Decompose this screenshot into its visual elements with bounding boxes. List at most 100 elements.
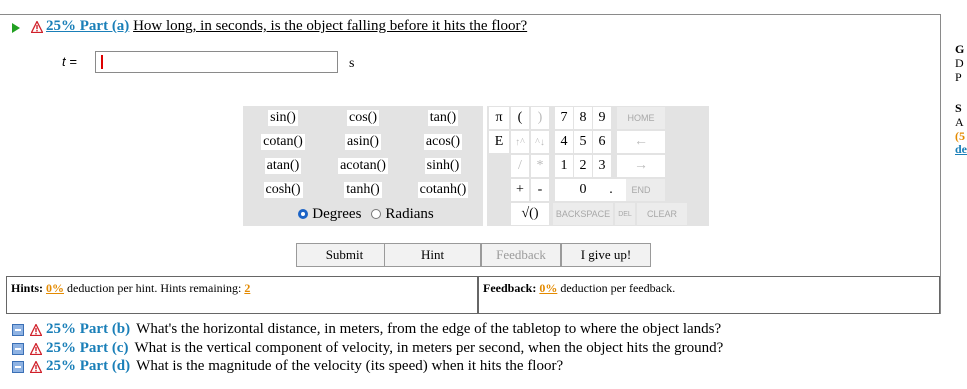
part-a-percent[interactable]: 25% Part (a)	[46, 18, 129, 34]
key-divide[interactable]: /	[511, 155, 529, 177]
expand-icon[interactable]	[12, 360, 24, 373]
radians-label: Radians	[385, 205, 434, 222]
key-lparen[interactable]: (	[511, 107, 529, 129]
hint-button[interactable]: Hint	[384, 243, 481, 267]
part-c-question: What is the vertical component of veloci…	[134, 340, 724, 356]
key-multiply[interactable]: *	[531, 155, 549, 177]
play-icon[interactable]	[12, 23, 20, 33]
answer-variable-label: t =	[62, 54, 77, 69]
top-divider	[0, 14, 940, 15]
fn-atan-button[interactable]: atan()	[243, 154, 323, 178]
give-up-button[interactable]: I give up!	[561, 243, 651, 267]
key-fwd-arrow[interactable]: →	[617, 155, 665, 177]
fn-cos-label: cos()	[347, 110, 379, 126]
fn-asin-label: asin()	[345, 134, 381, 150]
key-2[interactable]: 2	[574, 155, 592, 177]
key-plus[interactable]: +	[511, 179, 529, 201]
key-backspace[interactable]: BACKSPACE	[553, 203, 613, 225]
fn-cotanh-label: cotanh()	[417, 182, 469, 198]
degrees-radio[interactable]	[298, 209, 309, 219]
sidebar-text: P	[955, 70, 962, 84]
fn-cos-button[interactable]: cos()	[323, 106, 403, 130]
key-dot[interactable]: .	[596, 179, 626, 201]
warning-icon	[31, 21, 43, 33]
feedback-label: Feedback:	[483, 281, 537, 295]
fn-tanh-label: tanh()	[344, 182, 382, 198]
warning-icon	[30, 360, 42, 373]
feedback-panel: Feedback: 0% deduction per feedback.	[478, 276, 940, 314]
fn-cosh-label: cosh()	[263, 182, 303, 198]
hints-percent: 0%	[46, 281, 65, 295]
key-3[interactable]: 3	[593, 155, 611, 177]
fn-sin-label: sin()	[268, 110, 298, 126]
key-clear[interactable]: CLEAR	[637, 203, 687, 225]
key-6[interactable]: 6	[593, 131, 611, 153]
key-sqrt[interactable]: √()	[511, 203, 549, 225]
part-b-question: What's the horizontal distance, in meter…	[136, 321, 722, 337]
fn-acotan-label: acotan()	[338, 158, 388, 174]
expand-icon[interactable]	[12, 323, 24, 336]
sidebar-text: G	[955, 42, 965, 56]
expand-icon[interactable]	[12, 342, 24, 355]
key-pi[interactable]: π	[489, 107, 509, 129]
keypad: π ( ) 7 8 9 HOME E ↑^ ^↓ 4 5 6 ← / * 1 2…	[487, 106, 709, 226]
sidebar-text: S	[955, 101, 962, 115]
fn-tan-label: tan()	[427, 110, 459, 126]
part-d-row[interactable]: 25% Part (d) What is the magnitude of th…	[12, 358, 563, 375]
degrees-label: Degrees	[312, 205, 362, 222]
fn-acos-label: acos()	[423, 134, 463, 150]
key-1[interactable]: 1	[555, 155, 573, 177]
fn-cotanh-button[interactable]: cotanh()	[403, 178, 483, 202]
radians-radio[interactable]	[371, 209, 382, 219]
part-d-percent: 25% Part (d)	[46, 358, 131, 374]
part-d-question: What is the magnitude of the velocity (i…	[136, 358, 564, 374]
sidebar-text: A	[955, 115, 964, 129]
key-up[interactable]: ↑^	[511, 131, 529, 153]
part-c-percent: 25% Part (c)	[46, 340, 129, 356]
key-back-arrow[interactable]: ←	[617, 131, 665, 153]
part-b-row[interactable]: 25% Part (b) What's the horizontal dista…	[12, 321, 721, 338]
fn-cotan-button[interactable]: cotan()	[243, 130, 323, 154]
part-a-question: How long, in seconds, is the object fall…	[133, 18, 528, 34]
hints-remaining: 2	[244, 281, 251, 295]
fn-tanh-button[interactable]: tanh()	[323, 178, 403, 202]
warning-icon	[30, 342, 42, 355]
fn-cosh-button[interactable]: cosh()	[243, 178, 323, 202]
key-4[interactable]: 4	[555, 131, 573, 153]
sidebar-text: D	[955, 56, 964, 70]
angle-mode-row: Degrees Radians	[243, 202, 483, 226]
fn-asin-button[interactable]: asin()	[323, 130, 403, 154]
feedback-text: deduction per feedback.	[560, 281, 676, 295]
part-c-row[interactable]: 25% Part (c) What is the vertical compon…	[12, 340, 723, 357]
fn-sinh-button[interactable]: sinh()	[403, 154, 483, 178]
part-b-percent: 25% Part (b)	[46, 321, 131, 337]
key-7[interactable]: 7	[555, 107, 573, 129]
answer-input[interactable]	[95, 51, 338, 73]
sidebar-link[interactable]: de	[955, 142, 967, 157]
key-5[interactable]: 5	[574, 131, 592, 153]
submit-button[interactable]: Submit	[296, 243, 393, 267]
fn-acos-button[interactable]: acos()	[403, 130, 483, 154]
feedback-percent: 0%	[539, 281, 558, 295]
fn-sinh-label: sinh()	[424, 158, 462, 174]
key-home[interactable]: HOME	[617, 107, 665, 129]
key-rparen[interactable]: )	[531, 107, 549, 129]
feedback-button[interactable]: Feedback	[481, 243, 561, 267]
key-del[interactable]: DEL	[615, 203, 635, 225]
part-a-title: 25% Part (a) How long, in seconds, is th…	[46, 18, 527, 35]
hints-panel: Hints: 0% deduction per hint. Hints rema…	[6, 276, 478, 314]
function-grid: sin() cos() tan() cotan() asin() acos() …	[243, 106, 483, 226]
fn-tan-button[interactable]: tan()	[403, 106, 483, 130]
key-9[interactable]: 9	[593, 107, 611, 129]
fn-cotan-label: cotan()	[261, 134, 305, 150]
key-down[interactable]: ^↓	[531, 131, 549, 153]
right-divider	[940, 14, 941, 314]
hints-text: deduction per hint. Hints remaining:	[67, 281, 242, 295]
calculator: sin() cos() tan() cotan() asin() acos() …	[243, 106, 709, 226]
fn-acotan-button[interactable]: acotan()	[323, 154, 403, 178]
key-8[interactable]: 8	[574, 107, 592, 129]
key-minus[interactable]: -	[531, 179, 549, 201]
fn-sin-button[interactable]: sin()	[243, 106, 323, 130]
key-e[interactable]: E	[489, 131, 509, 153]
text-cursor	[101, 55, 103, 69]
